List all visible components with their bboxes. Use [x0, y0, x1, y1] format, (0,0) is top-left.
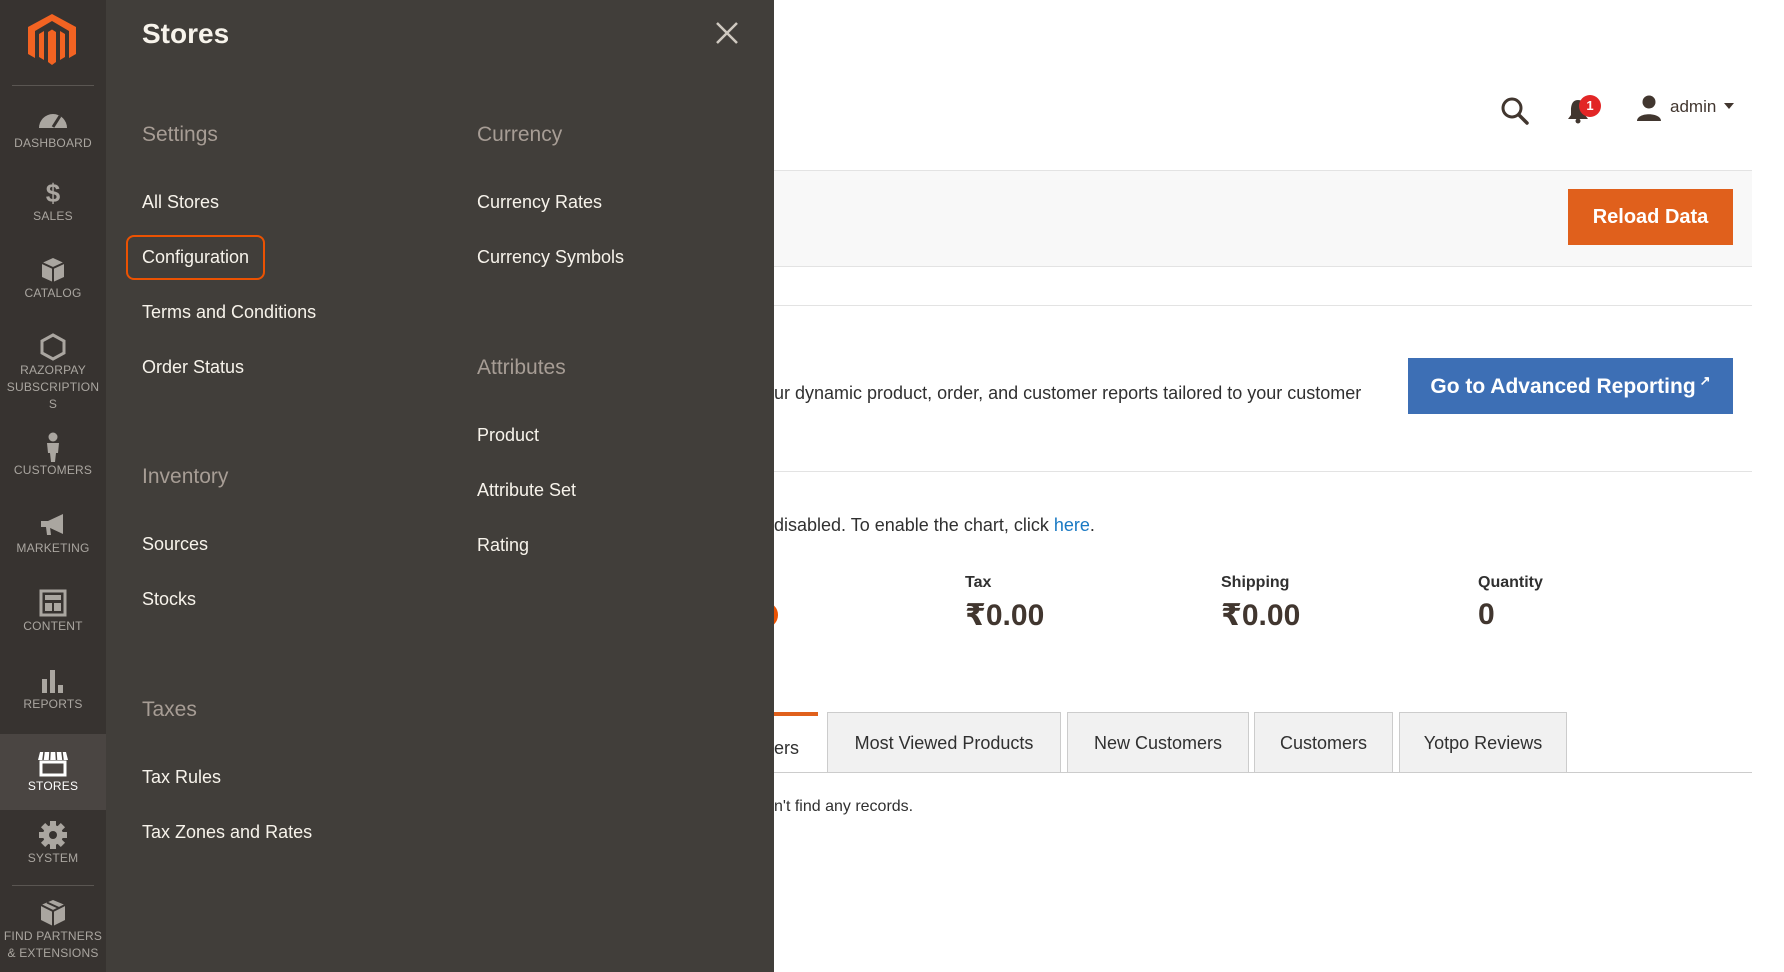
nav-item-stores[interactable]: STORES [0, 734, 106, 810]
nav-item-label: REPORTS [23, 697, 83, 711]
bar-chart-icon [42, 670, 63, 693]
external-link-icon: ↗ [1699, 373, 1711, 388]
menu-link-configuration[interactable]: Configuration [126, 235, 266, 280]
stat-label-quantity: Quantity [1478, 574, 1543, 591]
divider [774, 471, 1752, 472]
nav-item-system[interactable]: SYSTEM [0, 820, 106, 872]
layout-icon [39, 589, 67, 617]
menu-link-sources[interactable]: Sources [142, 534, 208, 555]
group-title-attributes: Attributes [477, 356, 566, 379]
reload-data-button[interactable]: Reload Data [1568, 189, 1733, 245]
chart-msg-text: disabled. To enable the chart, click [774, 515, 1054, 535]
advanced-reporting-label: Go to Advanced Reporting [1430, 375, 1696, 398]
menu-link-currency-symbols[interactable]: Currency Symbols [477, 247, 624, 268]
nav-item-find-partners[interactable]: FIND PARTNERS & EXTENSIONS [0, 898, 106, 968]
admin-nav: DASHBOARD $ SALES CATALOG RAZORPAY SUBSC… [0, 0, 106, 972]
nav-item-sales[interactable]: $ SALES [0, 178, 106, 230]
search-icon[interactable] [1500, 96, 1530, 126]
menu-link-attribute-set[interactable]: Attribute Set [477, 480, 576, 501]
stat-value-quantity: 0 [1478, 598, 1495, 631]
nav-item-customers[interactable]: CUSTOMERS [0, 432, 106, 484]
enable-chart-link[interactable]: here [1054, 515, 1090, 535]
nav-item-label: MARKETING [16, 541, 90, 555]
no-records-message: n't find any records. [774, 798, 914, 815]
tab-most-viewed-products[interactable]: Most Viewed Products [827, 712, 1061, 772]
hexagon-icon [40, 333, 66, 361]
tab-new-customers[interactable]: New Customers [1067, 712, 1249, 772]
menu-link-product[interactable]: Product [477, 425, 539, 446]
advanced-reporting-text: ur dynamic product, order, and customer … [774, 383, 1362, 403]
menu-link-stocks[interactable]: Stocks [142, 589, 196, 610]
nav-item-label: & EXTENSIONS [7, 946, 99, 960]
nav-divider [12, 85, 94, 86]
nav-divider [12, 885, 94, 886]
tab-yotpo-reviews[interactable]: Yotpo Reviews [1399, 712, 1567, 772]
group-title-inventory: Inventory [142, 465, 229, 488]
stat-label-shipping: Shipping [1221, 574, 1290, 591]
chart-disabled-message: disabled. To enable the chart, click her… [774, 515, 1095, 536]
megaphone-icon [41, 514, 63, 535]
dollar-icon: $ [45, 178, 61, 208]
stat-label-tax: Tax [965, 574, 992, 591]
storefront-icon [38, 751, 68, 777]
nav-item-label: FIND PARTNERS [3, 929, 103, 943]
menu-link-currency-rates[interactable]: Currency Rates [477, 192, 602, 213]
tab-active[interactable]: ers [774, 712, 818, 772]
nav-item-label: CUSTOMERS [13, 463, 93, 477]
menu-link-order-status[interactable]: Order Status [142, 357, 244, 378]
magento-logo-icon[interactable] [25, 12, 79, 68]
divider [774, 305, 1752, 306]
nav-item-label: RAZORPAY [20, 363, 86, 377]
stat-value-tax: ₹0.00 [965, 599, 1045, 632]
person-icon [47, 432, 59, 462]
group-title-currency: Currency [477, 123, 563, 146]
chart-msg-suffix: . [1089, 515, 1095, 535]
menu-link-terms-and-conditions[interactable]: Terms and Conditions [142, 302, 316, 323]
gear-icon [39, 821, 67, 849]
nav-item-label: SYSTEM [27, 851, 79, 865]
nav-item-label: CATALOG [24, 286, 82, 300]
nav-item-label: STORES [27, 779, 79, 793]
go-to-advanced-reporting-button[interactable]: Go to Advanced Reporting ↗ [1408, 358, 1733, 414]
notification-badge[interactable]: 1 [1579, 95, 1601, 117]
nav-item-label: S [48, 397, 58, 411]
nav-item-marketing[interactable]: MARKETING [0, 510, 106, 562]
stores-flyout-menu: Stores Settings All Stores Configuration… [106, 0, 774, 972]
menu-link-tax-rules[interactable]: Tax Rules [142, 767, 221, 788]
nav-item-reports[interactable]: REPORTS [0, 666, 106, 718]
user-icon[interactable] [1636, 94, 1662, 122]
chevron-down-icon[interactable] [1724, 103, 1734, 109]
tab-customers[interactable]: Customers [1254, 712, 1393, 772]
nav-item-razorpay-subscriptions[interactable]: RAZORPAY SUBSCRIPTION S [0, 332, 106, 416]
nav-item-label: DASHBOARD [14, 136, 92, 150]
boxes-icon [40, 900, 66, 926]
menu-link-all-stores[interactable]: All Stores [142, 192, 219, 213]
admin-user-menu[interactable]: admin [1670, 97, 1716, 117]
group-title-settings: Settings [142, 123, 218, 146]
close-icon[interactable] [712, 18, 742, 48]
menu-link-rating[interactable]: Rating [477, 535, 529, 556]
nav-item-dashboard[interactable]: DASHBOARD [0, 105, 106, 157]
menu-link-tax-zones-and-rates[interactable]: Tax Zones and Rates [142, 822, 312, 843]
flyout-title: Stores [142, 18, 230, 49]
stat-value-shipping: ₹0.00 [1221, 599, 1301, 632]
nav-item-catalog[interactable]: CATALOG [0, 255, 106, 307]
dashboard-icon [39, 114, 67, 128]
nav-item-content[interactable]: CONTENT [0, 588, 106, 640]
nav-item-label: SALES [33, 209, 73, 223]
box-icon [41, 258, 65, 282]
nav-item-label: CONTENT [23, 619, 83, 633]
group-title-taxes: Taxes [142, 698, 197, 721]
nav-item-label: SUBSCRIPTION [6, 380, 100, 394]
